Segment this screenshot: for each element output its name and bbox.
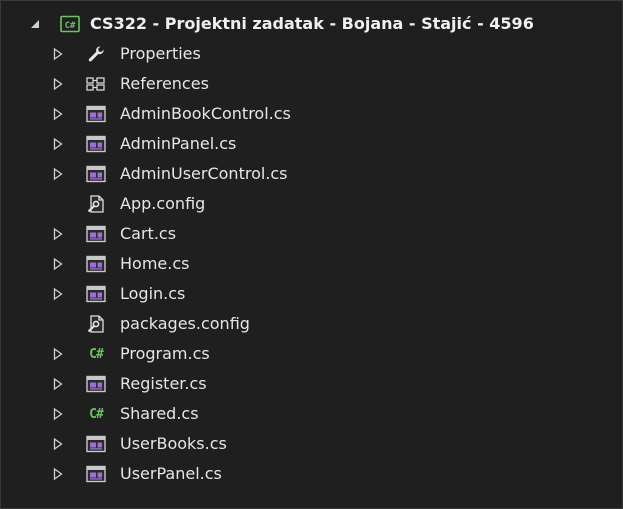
solution-explorer-panel: C# CS322 - Projektni zadatak - Bojana - … bbox=[0, 0, 623, 509]
tree-item-label: Shared.cs bbox=[120, 404, 199, 423]
csharp-file-icon: C# bbox=[89, 406, 104, 422]
svg-text:C#: C# bbox=[65, 21, 76, 31]
tree-item[interactable]: C# Shared.cs bbox=[0, 399, 623, 429]
tree-node-project[interactable]: C# CS322 - Projektni zadatak - Bojana - … bbox=[0, 9, 623, 39]
form-icon bbox=[86, 254, 106, 274]
project-name: CS322 - Projektni zadatak - Bojana - Sta… bbox=[90, 14, 534, 33]
tree-item[interactable]: References bbox=[0, 69, 623, 99]
tree-item-label: References bbox=[120, 74, 209, 93]
config-file-icon bbox=[86, 194, 106, 214]
expand-arrow-icon[interactable] bbox=[52, 348, 64, 360]
expand-arrow-icon[interactable] bbox=[52, 138, 64, 150]
expand-arrow-icon[interactable] bbox=[52, 228, 64, 240]
expand-arrow-icon[interactable] bbox=[52, 468, 64, 480]
tree-item-label: Properties bbox=[120, 44, 201, 63]
references-icon bbox=[86, 74, 106, 94]
tree-item-label: AdminPanel.cs bbox=[120, 134, 237, 153]
tree-item[interactable]: UserBooks.cs bbox=[0, 429, 623, 459]
tree-item-label: packages.config bbox=[120, 314, 250, 333]
tree-item-label: UserBooks.cs bbox=[120, 434, 227, 453]
tree-item[interactable]: packages.config bbox=[0, 309, 623, 339]
expand-arrow-icon[interactable] bbox=[52, 258, 64, 270]
tree-item-label: Home.cs bbox=[120, 254, 190, 273]
form-icon bbox=[86, 284, 106, 304]
tree-item[interactable]: UserPanel.cs bbox=[0, 459, 623, 489]
tree-item[interactable]: C# Program.cs bbox=[0, 339, 623, 369]
tree-item-label: Login.cs bbox=[120, 284, 186, 303]
tree-item-label: AdminUserControl.cs bbox=[120, 164, 288, 183]
form-icon bbox=[86, 224, 106, 244]
expand-arrow-icon[interactable] bbox=[52, 48, 64, 60]
tree-item[interactable]: AdminPanel.cs bbox=[0, 129, 623, 159]
tree-item[interactable]: AdminUserControl.cs bbox=[0, 159, 623, 189]
tree-item-label: Program.cs bbox=[120, 344, 210, 363]
csharp-project-icon: C# bbox=[60, 14, 80, 34]
tree-item-label: UserPanel.cs bbox=[120, 464, 222, 483]
form-icon bbox=[86, 374, 106, 394]
tree-item-label: Register.cs bbox=[120, 374, 207, 393]
expand-arrow-icon[interactable] bbox=[52, 438, 64, 450]
expand-arrow-icon[interactable] bbox=[52, 108, 64, 120]
form-icon bbox=[86, 134, 106, 154]
collapse-arrow-icon[interactable] bbox=[29, 18, 41, 30]
tree-item[interactable]: Home.cs bbox=[0, 249, 623, 279]
tree-item[interactable]: Properties bbox=[0, 39, 623, 69]
form-icon bbox=[86, 164, 106, 184]
expand-arrow-icon[interactable] bbox=[52, 408, 64, 420]
tree-item[interactable]: Cart.cs bbox=[0, 219, 623, 249]
tree-item[interactable]: App.config bbox=[0, 189, 623, 219]
form-icon bbox=[86, 434, 106, 454]
tree-item[interactable]: Register.cs bbox=[0, 369, 623, 399]
form-icon bbox=[86, 104, 106, 124]
expand-arrow-icon[interactable] bbox=[52, 288, 64, 300]
form-icon bbox=[86, 464, 106, 484]
tree-item[interactable]: Login.cs bbox=[0, 279, 623, 309]
csharp-file-icon: C# bbox=[89, 346, 104, 362]
tree-item-label: App.config bbox=[120, 194, 206, 213]
wrench-icon bbox=[86, 44, 106, 64]
tree-item-label: AdminBookControl.cs bbox=[120, 104, 291, 123]
expand-arrow-icon[interactable] bbox=[52, 78, 64, 90]
tree-item-label: Cart.cs bbox=[120, 224, 177, 243]
expand-arrow-icon[interactable] bbox=[52, 168, 64, 180]
config-file-icon bbox=[86, 314, 106, 334]
expand-arrow-icon[interactable] bbox=[52, 378, 64, 390]
tree-item[interactable]: AdminBookControl.cs bbox=[0, 99, 623, 129]
